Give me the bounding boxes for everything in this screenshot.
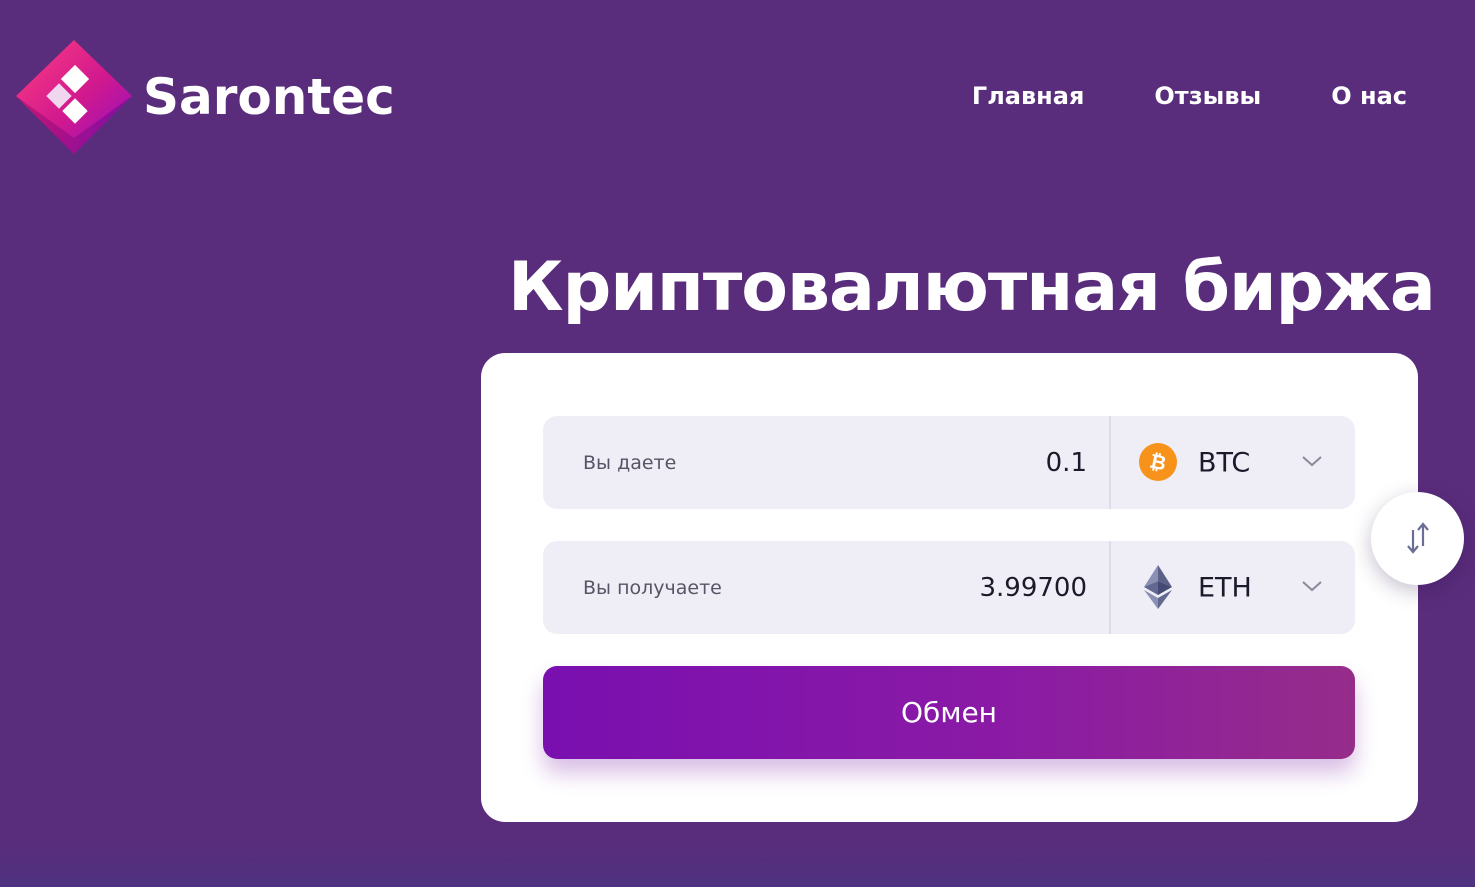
page-title: Криптовалютная биржа [508, 248, 1436, 327]
get-row: Вы получаете ETH [543, 541, 1355, 634]
ethereum-icon [1144, 565, 1172, 609]
give-currency-code: BTC [1198, 447, 1251, 478]
nav-item-reviews[interactable]: Отзывы [1154, 82, 1261, 110]
main-nav: Главная Отзывы О нас [972, 82, 1407, 110]
diamond-logo-icon[interactable] [14, 38, 134, 158]
give-row: Вы даете ₿ BTC [543, 416, 1355, 509]
get-amount-input[interactable] [825, 571, 1089, 604]
give-label: Вы даете [583, 451, 677, 474]
chevron-down-icon [1302, 581, 1322, 592]
get-label: Вы получаете [583, 576, 722, 599]
swap-button[interactable] [1371, 492, 1464, 585]
site-header: Sarontec Главная Отзывы О нас [0, 0, 1475, 200]
page-bottom-fade [0, 840, 1475, 887]
get-currency-select[interactable]: ETH [1111, 541, 1355, 634]
nav-item-about[interactable]: О нас [1331, 82, 1407, 110]
nav-item-home[interactable]: Главная [972, 82, 1084, 110]
chevron-down-icon [1302, 456, 1322, 467]
give-currency-select[interactable]: ₿ BTC [1111, 416, 1355, 509]
give-amount-input[interactable] [825, 446, 1089, 479]
brand-name[interactable]: Sarontec [143, 68, 395, 126]
exchange-button[interactable]: Обмен [543, 666, 1355, 759]
bitcoin-icon: ₿ [1139, 443, 1177, 481]
exchange-card: Вы даете ₿ BTC Вы получаете [481, 353, 1418, 822]
swap-arrows-icon [1407, 522, 1429, 554]
get-currency-code: ETH [1198, 572, 1252, 603]
